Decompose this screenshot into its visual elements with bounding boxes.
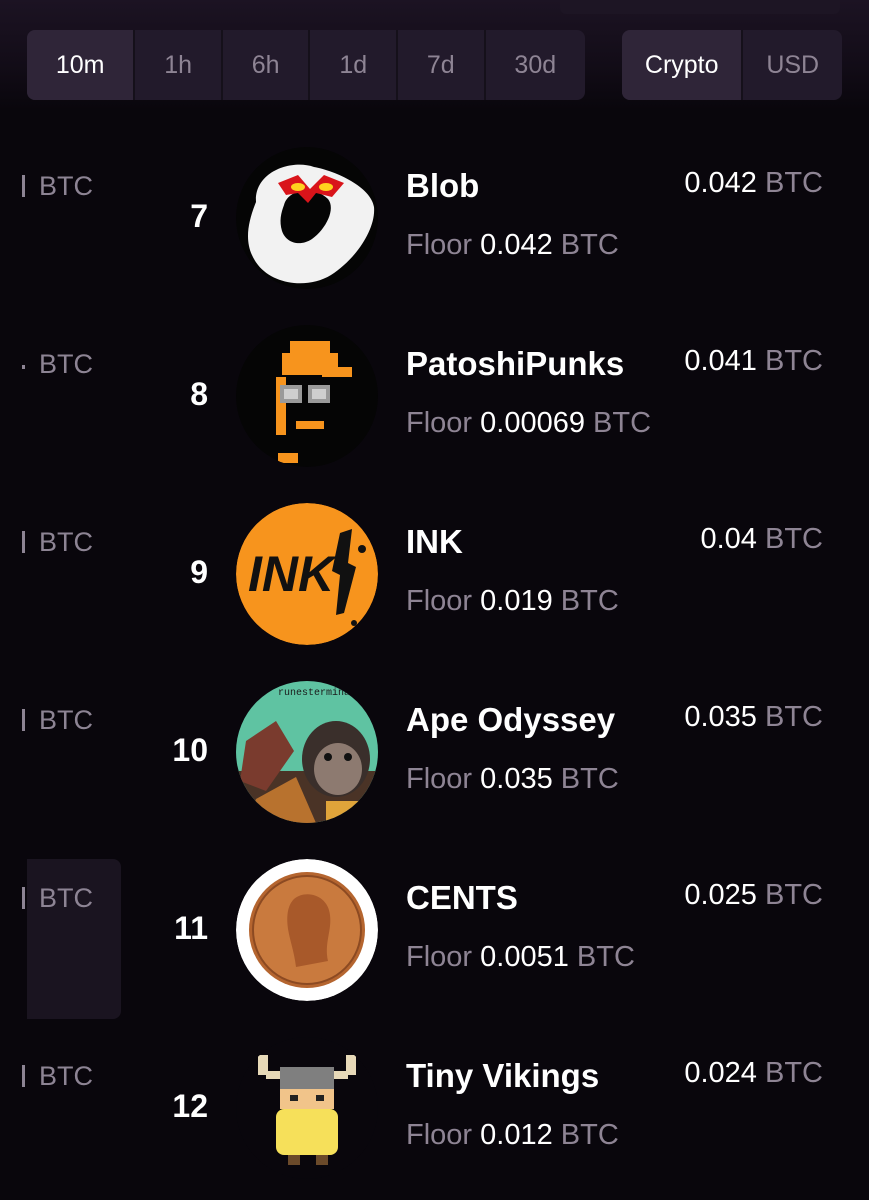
collection-name[interactable]: Tiny Vikings (406, 1057, 599, 1095)
patoshipunks-avatar[interactable] (236, 325, 378, 467)
previous-column-value: BTC (22, 705, 93, 736)
collection-row[interactable]: BTC 11 CENTS 0.025 BTC Floor 0.0051 BTC (0, 859, 869, 1019)
time-option-6h[interactable]: 6h (223, 30, 311, 100)
previous-column-value: BTC (22, 349, 93, 380)
collection-name[interactable]: INK (406, 523, 463, 561)
time-option-30d[interactable]: 30d (486, 30, 585, 100)
rank-number: 10 (172, 732, 208, 768)
rank-number: 9 (190, 554, 208, 590)
currency-selector: Crypto USD (622, 30, 842, 100)
rank-number: 8 (190, 376, 208, 412)
tiny-vikings-avatar[interactable] (236, 1037, 378, 1179)
floor-price: Floor 0.042 BTC (406, 229, 619, 261)
floor-price: Floor 0.0051 BTC (406, 941, 635, 973)
collection-name[interactable]: Blob (406, 167, 479, 205)
rank-number: 11 (174, 910, 208, 946)
collection-name[interactable]: PatoshiPunks (406, 345, 624, 383)
cents-avatar[interactable] (236, 859, 378, 1001)
previous-column-value: BTC (22, 171, 93, 202)
currency-option-crypto[interactable]: Crypto (622, 30, 744, 100)
floor-price: Floor 0.012 BTC (406, 1119, 619, 1151)
header-strip (560, 0, 840, 14)
collection-name[interactable]: CENTS (406, 879, 518, 917)
floor-price: Floor 0.00069 BTC (406, 407, 652, 439)
ape-odyssey-avatar[interactable]: runesterminal (236, 681, 378, 823)
time-option-1d[interactable]: 1d (310, 30, 399, 100)
svg-text:runesterminal: runesterminal (278, 687, 356, 699)
volume-value: 0.041 BTC (684, 345, 823, 377)
previous-column-value: BTC (22, 527, 93, 558)
volume-value: 0.04 BTC (700, 523, 823, 555)
rank-number: 7 (190, 198, 208, 234)
volume-value: 0.035 BTC (684, 701, 823, 733)
collection-row[interactable]: BTC 7 Blob 0.042 BTC Floor 0.042 BTC (0, 147, 869, 307)
collection-row[interactable]: BTC 9 INK INK 0.04 BTC Floor 0.019 BTC (0, 503, 869, 663)
floor-price: Floor 0.019 BTC (406, 585, 619, 617)
floor-price: Floor 0.035 BTC (406, 763, 619, 795)
rank-number: 12 (172, 1088, 208, 1124)
previous-column-value: BTC (22, 883, 93, 914)
time-option-1h[interactable]: 1h (135, 30, 223, 100)
blob-avatar[interactable] (236, 147, 378, 289)
collection-name[interactable]: Ape Odyssey (406, 701, 615, 739)
volume-value: 0.024 BTC (684, 1057, 823, 1089)
currency-option-usd[interactable]: USD (743, 30, 842, 100)
collection-row[interactable]: BTC 10 runesterminal Ape Odyssey 0.035 B… (0, 681, 869, 841)
time-option-7d[interactable]: 7d (398, 30, 486, 100)
collection-row[interactable]: BTC 8 PatoshiPunks 0.041 BTC Floor 0.000… (0, 325, 869, 485)
time-range-selector: 10m 1h 6h 1d 7d 30d (27, 30, 585, 100)
svg-text:INK: INK (248, 546, 338, 602)
volume-value: 0.042 BTC (684, 167, 823, 199)
volume-value: 0.025 BTC (684, 879, 823, 911)
ink-avatar[interactable]: INK (236, 503, 378, 645)
collection-row[interactable]: BTC 12 Tiny Vikings 0.024 BTC Floor 0.01… (0, 1037, 869, 1197)
time-option-10m[interactable]: 10m (27, 30, 136, 100)
previous-column-value: BTC (22, 1061, 93, 1092)
